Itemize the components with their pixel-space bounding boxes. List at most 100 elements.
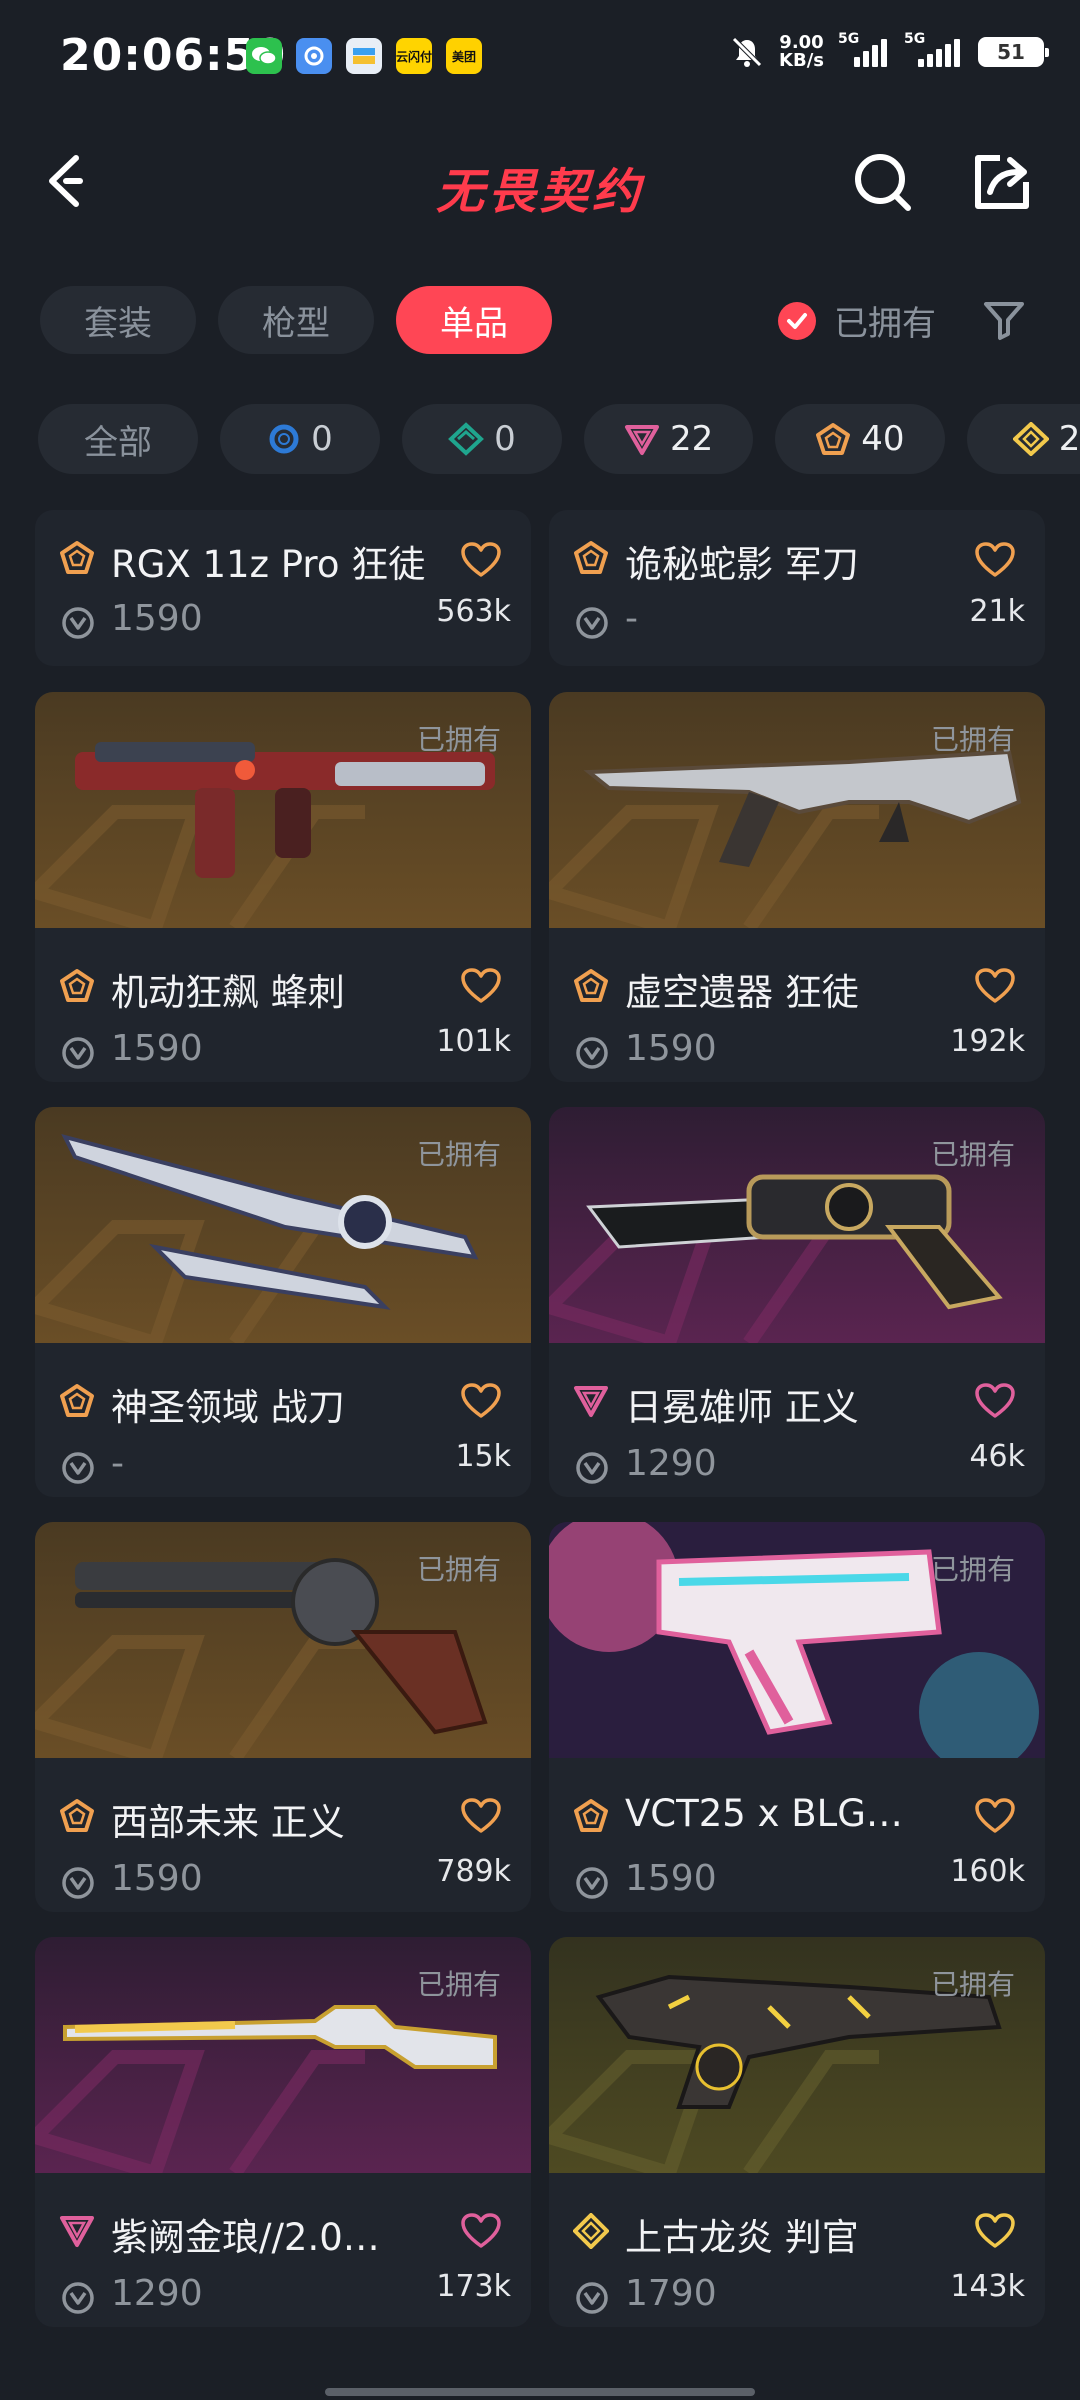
exclusive-tier-icon (59, 1798, 95, 1834)
vp-icon (61, 1866, 95, 1900)
skin-name: 虚空遗器 狂徒 (625, 971, 859, 1014)
premium-tier-icon (573, 1383, 609, 1419)
heart-icon[interactable] (461, 1798, 501, 1834)
skin-price: - (111, 1443, 124, 1484)
skin-likes: 563k (436, 594, 511, 629)
exclusive-tier-icon (816, 423, 851, 455)
exclusive-tier-icon (59, 540, 95, 576)
app-icon (296, 38, 332, 74)
skin-likes: 21k (969, 594, 1025, 629)
skin-price: 1590 (111, 1858, 203, 1899)
vp-icon (61, 606, 95, 640)
heart-icon[interactable] (975, 968, 1015, 1004)
search-icon (855, 154, 911, 211)
owned-tag: 已拥有 (930, 1553, 1015, 1586)
skin-likes: 15k (455, 1439, 511, 1474)
exclusive-tier-icon (59, 1383, 95, 1419)
skin-grid: RGX 11z Pro 狂徒 1590 563k 诡秘蛇影 军刀 - 21k 已… (35, 510, 1045, 2350)
deluxe-tier-icon (448, 422, 485, 456)
chip-select-tier[interactable]: 0 (220, 404, 380, 474)
filter-button[interactable] (982, 298, 1026, 342)
skin-card[interactable]: 已拥有 紫阙金琅//2.0… 1290 173k (35, 1937, 531, 2327)
skin-card[interactable]: 已拥有 神圣领域 战刀 - 15k (35, 1107, 531, 1497)
share-icon (975, 155, 1029, 209)
mute-bell-icon (732, 37, 762, 67)
tier-filter-chips: 全部 0 0 22 40 2 (38, 404, 1080, 474)
chip-select-count: 0 (311, 419, 333, 459)
skin-price: - (625, 598, 638, 639)
network-speed: 9.00 KB/s (779, 34, 824, 70)
vp-icon (61, 1451, 95, 1485)
skin-price: 1290 (111, 2273, 203, 2314)
skin-price: 1290 (625, 1443, 717, 1484)
heart-icon[interactable] (461, 2213, 501, 2249)
meituan-label: 美团 (451, 49, 476, 64)
skin-price: 1590 (111, 1028, 203, 1069)
chip-exclusive-count: 40 (861, 419, 905, 459)
heart-icon[interactable] (975, 1798, 1015, 1834)
skin-name: RGX 11z Pro 狂徒 (111, 543, 426, 586)
skin-likes: 192k (950, 1024, 1025, 1059)
exclusive-tier-icon (573, 968, 609, 1004)
skin-card[interactable]: 已拥有 虚空遗器 狂徒 1590 192k (549, 692, 1045, 1082)
owned-tag: 已拥有 (416, 1553, 501, 1586)
skin-name: 日冕雄师 正义 (625, 1386, 859, 1429)
wallet-icon (346, 38, 382, 74)
skin-name: VCT25 x BLG… (625, 1792, 903, 1835)
heart-icon[interactable] (461, 542, 501, 578)
skin-likes: 160k (950, 1854, 1025, 1889)
vp-icon (575, 1866, 609, 1900)
chip-exclusive-tier[interactable]: 40 (775, 404, 945, 474)
skin-card[interactable]: 已拥有 VCT25 x BLG… 1590 160k (549, 1522, 1045, 1912)
battery-level: 51 (997, 40, 1025, 64)
heart-icon[interactable] (461, 968, 501, 1004)
heart-icon[interactable] (975, 1383, 1015, 1419)
tab-single-items[interactable]: 单品 (396, 286, 552, 354)
tab-weapon-types[interactable]: 枪型 (218, 286, 374, 354)
share-button[interactable] (970, 146, 1034, 216)
vp-icon (61, 2281, 95, 2315)
home-indicator[interactable] (325, 2388, 755, 2396)
skin-card[interactable]: 已拥有 西部未来 正义 1590 789k (35, 1522, 531, 1912)
skin-likes: 173k (436, 2269, 511, 2304)
page-title: 无畏契约 (435, 164, 644, 220)
meituan-icon: 美团 (446, 38, 482, 74)
chip-premium-tier[interactable]: 22 (584, 404, 754, 474)
skin-card[interactable]: 诡秘蛇影 军刀 - 21k (549, 510, 1045, 666)
vp-icon (575, 1451, 609, 1485)
skin-card[interactable]: 已拥有 机动狂飙 蜂刺 1590 101k (35, 692, 531, 1082)
skin-price: 1590 (625, 1858, 717, 1899)
skin-card[interactable]: 已拥有 上古龙炎 判官 1790 143k (549, 1937, 1045, 2327)
yunshanfu-label: 云闪付 (396, 49, 432, 64)
sim2-label: 5G (904, 31, 926, 47)
wechat-icon (246, 38, 282, 74)
skin-price: 1790 (625, 2273, 717, 2314)
skin-card[interactable]: RGX 11z Pro 狂徒 1590 563k (35, 510, 531, 666)
signal-2-icon: 5G (904, 31, 964, 67)
skin-card[interactable]: 已拥有 日冕雄师 正义 1290 46k (549, 1107, 1045, 1497)
chip-all[interactable]: 全部 (38, 404, 198, 474)
owned-tag: 已拥有 (930, 1968, 1015, 2001)
select-tier-icon (269, 424, 299, 454)
owned-filter-label: 已拥有 (834, 304, 936, 344)
vp-icon (575, 1036, 609, 1070)
owned-tag: 已拥有 (416, 1968, 501, 2001)
chip-ultra-tier[interactable]: 2 (966, 404, 1080, 474)
chip-deluxe-tier[interactable]: 0 (402, 404, 562, 474)
heart-icon[interactable] (975, 542, 1015, 578)
heart-icon[interactable] (975, 2213, 1015, 2249)
skin-name: 紫阙金琅//2.0… (111, 2216, 380, 2259)
search-button[interactable] (852, 146, 916, 216)
battery-icon: 51 (978, 37, 1049, 67)
chip-premium-count: 22 (670, 419, 714, 459)
yunshanfu-icon: 云闪付 (396, 38, 432, 74)
vp-icon (61, 1036, 95, 1070)
premium-tier-icon (59, 2213, 95, 2249)
owned-filter-toggle[interactable]: 已拥有 (778, 296, 936, 345)
net-speed-unit: KB/s (779, 50, 824, 71)
category-tabs: 套装 枪型 单品 (40, 286, 552, 354)
skin-price: 1590 (625, 1028, 717, 1069)
tab-bundles[interactable]: 套装 (40, 286, 196, 354)
heart-icon[interactable] (461, 1383, 501, 1419)
exclusive-tier-icon (59, 968, 95, 1004)
